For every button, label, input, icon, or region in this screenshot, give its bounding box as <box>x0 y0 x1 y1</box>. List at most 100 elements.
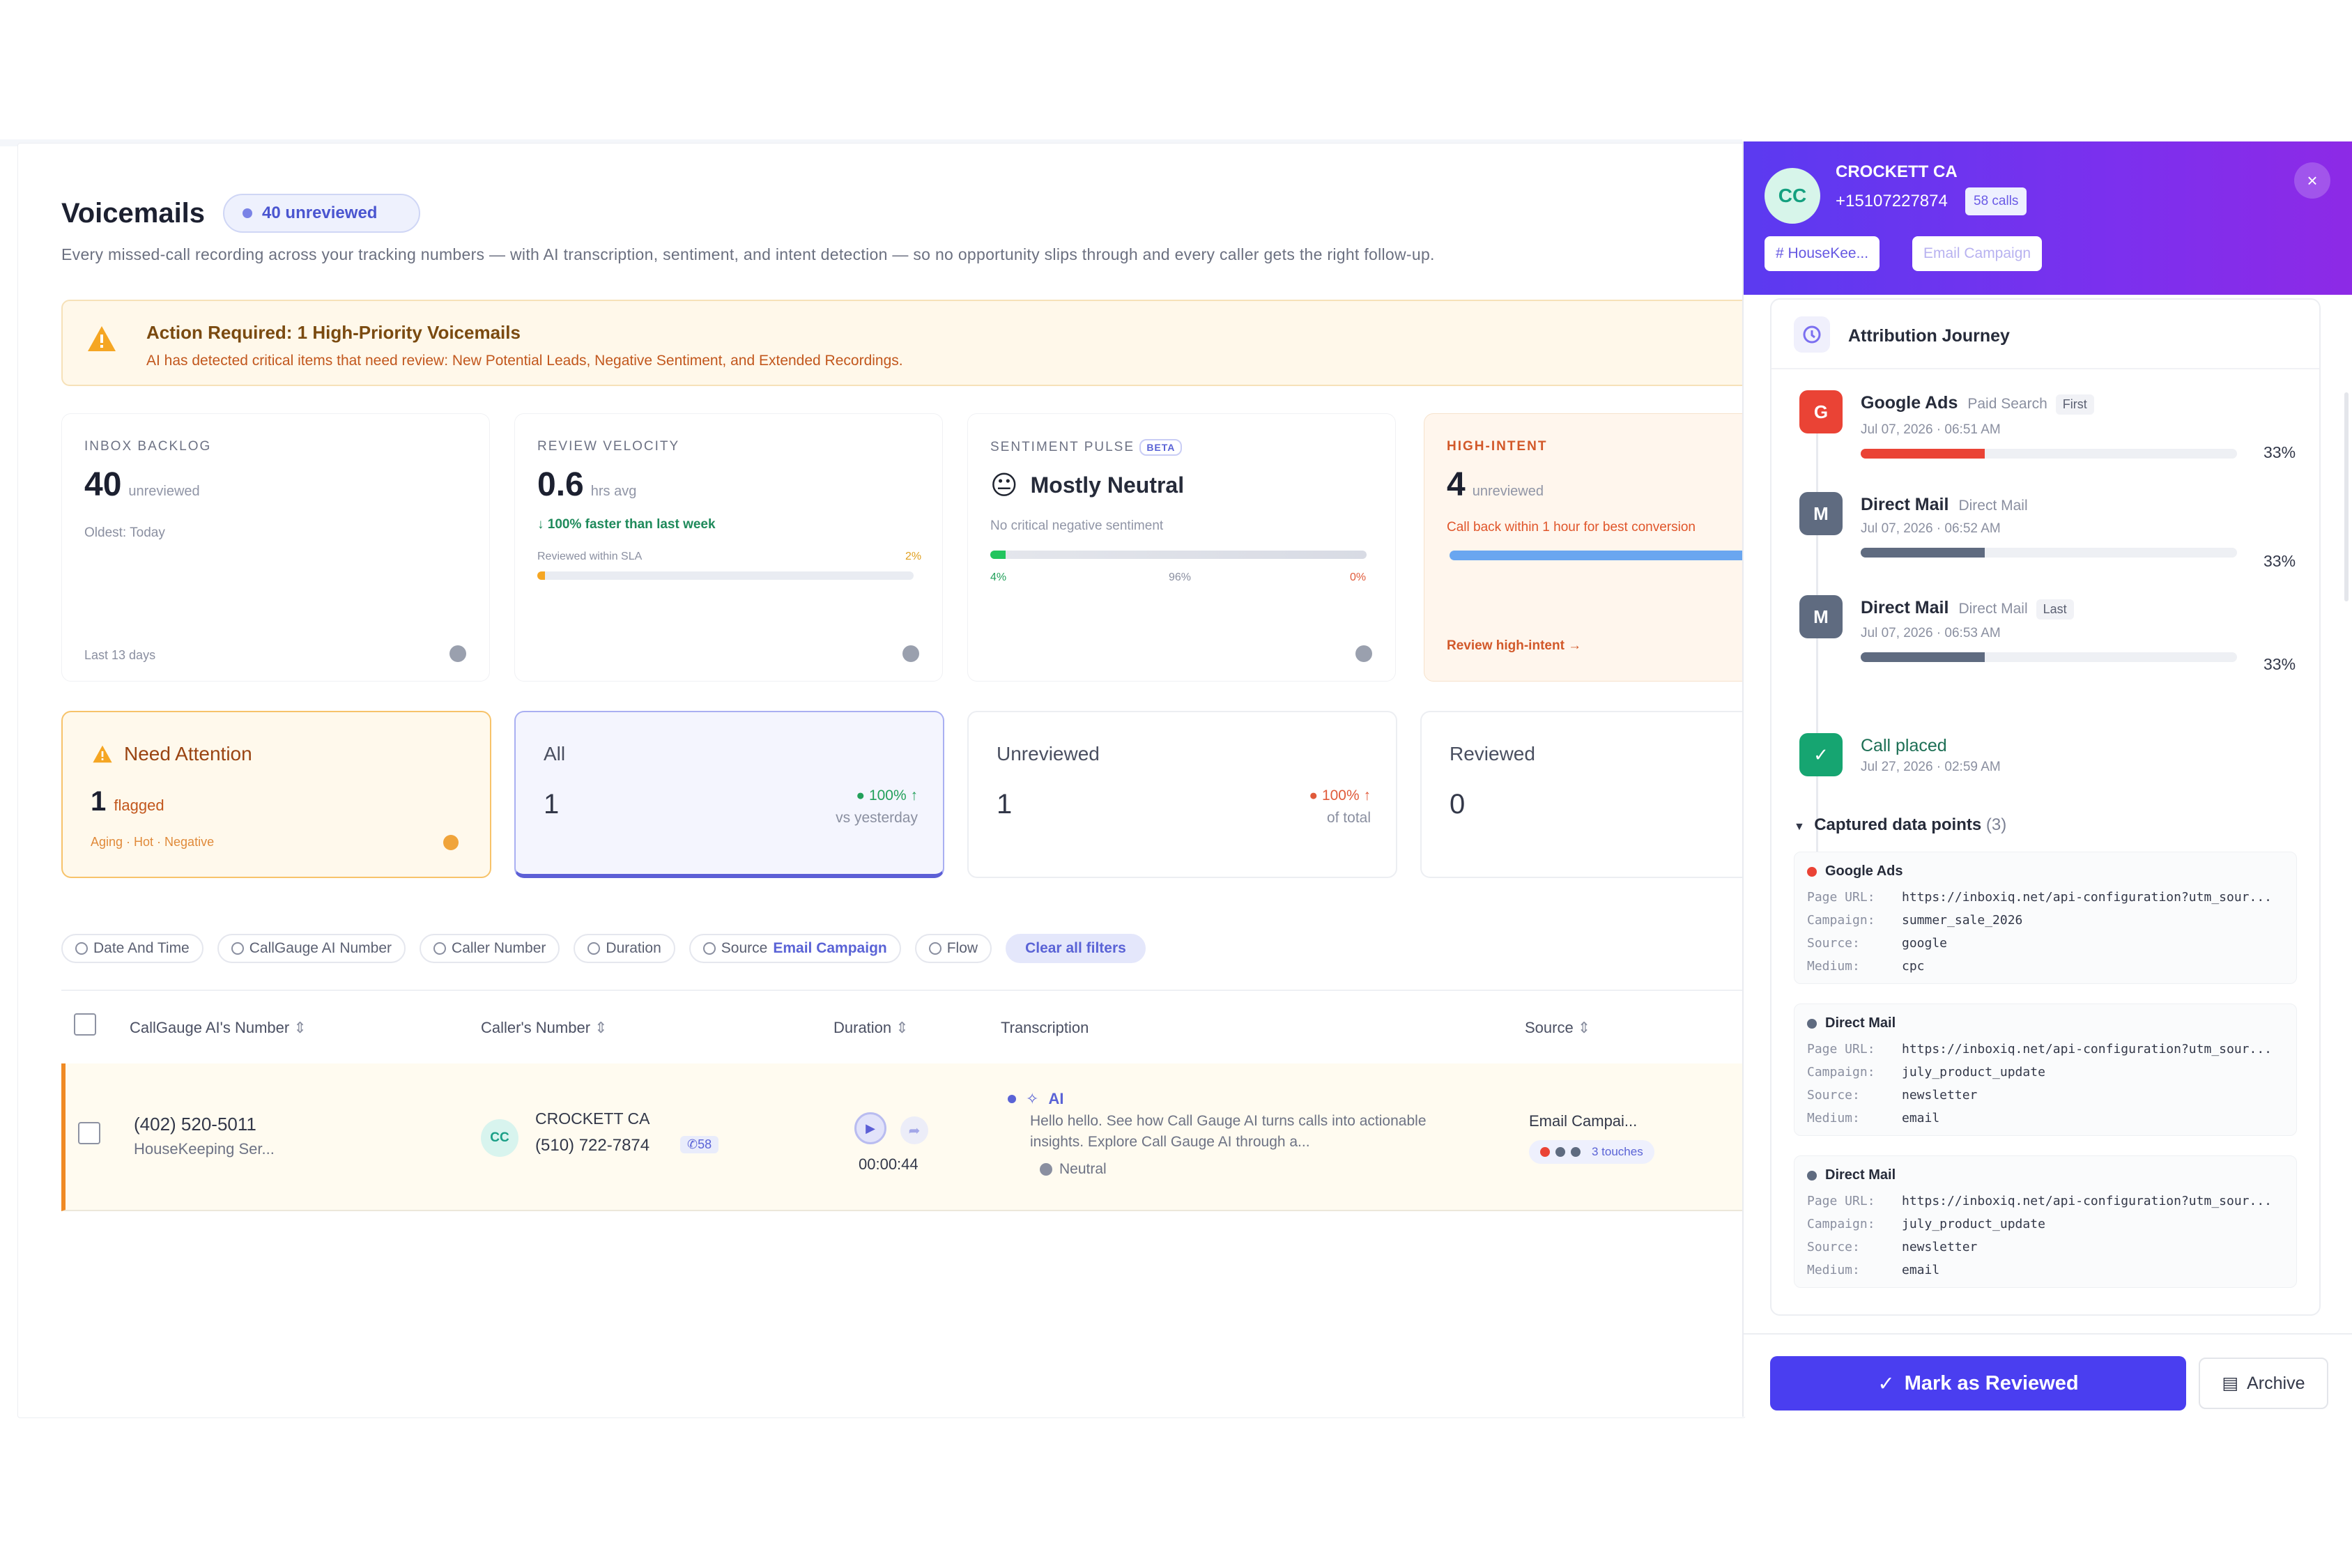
call-count-badge[interactable]: ✆58 <box>680 1136 719 1153</box>
kpi-label: HIGH-INTENT <box>1447 439 1548 454</box>
tag-housekeeping[interactable]: # HouseKee... <box>1765 236 1880 271</box>
captured-header[interactable]: ▼ Captured data points (3) <box>1794 815 2006 835</box>
caller-name: CROCKETT CA <box>535 1109 650 1128</box>
kv-page-url: Page URL: https://inboxiq.net/api-configu… <box>1807 1194 2288 1208</box>
filter-duration[interactable]: Duration <box>574 934 675 963</box>
clear-filters-button[interactable]: Clear all filters <box>1006 934 1146 963</box>
info-dot-icon[interactable] <box>449 645 466 662</box>
ai-dot <box>1008 1095 1016 1103</box>
kpi-unit: unreviewed <box>128 484 200 499</box>
col-callgauge-number[interactable]: CallGauge AI's Number ⇕ <box>130 1019 307 1037</box>
captured-count: (3) <box>1985 815 2007 834</box>
kpi-number: 4 <box>1447 466 1466 503</box>
filter-source[interactable]: Source Email Campaign <box>689 934 901 963</box>
plus-circle-icon <box>702 942 716 955</box>
positive-bar-fill <box>990 551 1006 559</box>
plus-circle-icon <box>433 942 447 955</box>
col-source[interactable]: Source ⇕ <box>1525 1019 1590 1037</box>
kv-page-url: Page URL: https://inboxiq.net/api-configu… <box>1807 1042 2288 1056</box>
neutral-dot-icon <box>1040 1163 1052 1176</box>
tab-count-unit: flagged <box>114 797 164 814</box>
kpi-footer: Last 13 days <box>84 648 156 662</box>
col-label: Source <box>1525 1019 1574 1036</box>
unreviewed-badge[interactable]: 40 unreviewed <box>223 194 421 233</box>
tab-count-number: 1 <box>91 786 107 817</box>
source-dot <box>1807 1018 1817 1029</box>
filter-caller-number[interactable]: Caller Number <box>420 934 560 963</box>
panel-scrollbar[interactable] <box>2344 392 2349 601</box>
filter-flow[interactable]: Flow <box>914 934 992 963</box>
intent-note: Call back within 1 hour for best convers… <box>1447 520 1696 535</box>
kv-campaign: Campaign: july_product_update <box>1807 1065 2288 1079</box>
col-duration[interactable]: Duration ⇕ <box>833 1019 909 1037</box>
tab-need-attention[interactable]: Need Attention 1 flagged Aging · Hot · N… <box>61 711 491 878</box>
kv-key: Campaign: <box>1807 1065 1875 1079</box>
alert-text: AI has detected critical items that need… <box>146 353 903 369</box>
high-intent-card: HIGH-INTENT 4 unreviewed Call back within… <box>1424 413 1756 682</box>
col-transcription: Transcription <box>1001 1019 1089 1036</box>
touches-badge[interactable]: 3 touches <box>1529 1140 1654 1164</box>
tab-count: 1 <box>544 789 560 820</box>
tab-count: 1 flagged <box>91 786 164 817</box>
avatar: CC <box>1765 168 1820 224</box>
forward-button[interactable]: ➦ <box>900 1116 928 1144</box>
journey-name: Direct Mail Direct Mail Last <box>1861 598 2074 620</box>
filter-label: Date And Time <box>93 940 190 956</box>
journey-title: Attribution Journey <box>1848 326 2010 346</box>
source-dot <box>1807 866 1817 877</box>
captured-title: Captured data points <box>1814 815 1982 834</box>
tracking-name: HouseKeeping Ser... <box>134 1140 275 1158</box>
table-row[interactable]: (402) 520-5011 HouseKeeping Ser... CC CR… <box>61 1063 1755 1211</box>
kv-key: Campaign: <box>1807 913 1875 928</box>
forward-icon: ➦ <box>908 1123 921 1139</box>
tab-title-text: Need Attention <box>124 743 252 764</box>
close-icon[interactable]: × <box>2294 162 2330 199</box>
kv-value: cpc <box>1902 959 1925 974</box>
review-velocity-card: REVIEW VELOCITY 0.6 hrs avg ↓ 100% faster… <box>514 413 943 682</box>
col-label: Caller's Number <box>481 1019 591 1036</box>
tab-unreviewed[interactable]: Unreviewed 1 ● 100% ↑ of total <box>967 711 1397 878</box>
journey-sub: Direct Mail <box>1958 498 2028 514</box>
neutral-face-icon: 😐 <box>990 471 1018 500</box>
col-caller-number[interactable]: Caller's Number ⇕ <box>481 1019 608 1037</box>
mark-reviewed-button[interactable]: ✓ Mark as Reviewed <box>1770 1356 2186 1411</box>
kv-source: Source: google <box>1807 936 2288 951</box>
select-all-checkbox[interactable] <box>74 1013 96 1036</box>
tab-all[interactable]: All 1 ● 100% ↑ vs yesterday <box>514 711 944 878</box>
archive-button[interactable]: ▤ Archive <box>2199 1358 2328 1409</box>
transcript-text[interactable]: Hello hello. See how Call Gauge AI turns… <box>1030 1111 1476 1153</box>
plus-circle-icon <box>587 942 601 955</box>
trend-sub: of total <box>1326 810 1371 826</box>
action-required-alert: Action Required: 1 High-Priority Voicema… <box>61 300 1755 386</box>
journey-bar <box>1861 449 2237 459</box>
play-button[interactable]: ▶ <box>854 1112 886 1144</box>
phone-icon: ✆ <box>687 1137 698 1151</box>
captured-name: Google Ads <box>1807 863 1903 879</box>
calls-badge[interactable]: 58 calls <box>1965 187 2027 215</box>
positive-pct: 4% <box>990 571 1007 583</box>
journey-pct: 33% <box>2263 443 2296 461</box>
plus-circle-icon <box>928 942 941 955</box>
journey-sub: Direct Mail <box>1958 601 2028 617</box>
attribution-card: Attribution Journey G Google Ads Paid Sea… <box>1770 298 2321 1316</box>
kv-value: july_product_update <box>1902 1217 2045 1231</box>
tag-email-campaign[interactable]: Email Campaign <box>1912 236 2043 271</box>
tab-title: All <box>544 743 566 764</box>
row-checkbox[interactable] <box>78 1122 100 1144</box>
tab-reviewed[interactable]: Reviewed 0 <box>1420 711 1755 878</box>
kv-value: email <box>1902 1263 1940 1277</box>
negative-pct: 0% <box>1350 571 1367 583</box>
info-dot-icon[interactable] <box>902 645 919 662</box>
journey-name: Google Ads Paid Search First <box>1861 393 2094 415</box>
info-dot-icon[interactable] <box>1355 645 1372 662</box>
kpi-value: 4 unreviewed <box>1447 466 1544 504</box>
touches-label: 3 touches <box>1592 1145 1643 1158</box>
filter-callgauge-number[interactable]: CallGauge AI Number <box>217 934 406 963</box>
journey-bar-fill <box>1861 652 1985 662</box>
ai-text: AI <box>1048 1090 1064 1107</box>
kv-medium: Medium: email <box>1807 1111 2288 1125</box>
kv-value: google <box>1902 936 1948 951</box>
check-icon: ✓ <box>1877 1372 1895 1395</box>
filter-date-and-time[interactable]: Date And Time <box>61 934 203 963</box>
review-high-intent-link[interactable]: Review high-intent → <box>1447 638 1581 654</box>
